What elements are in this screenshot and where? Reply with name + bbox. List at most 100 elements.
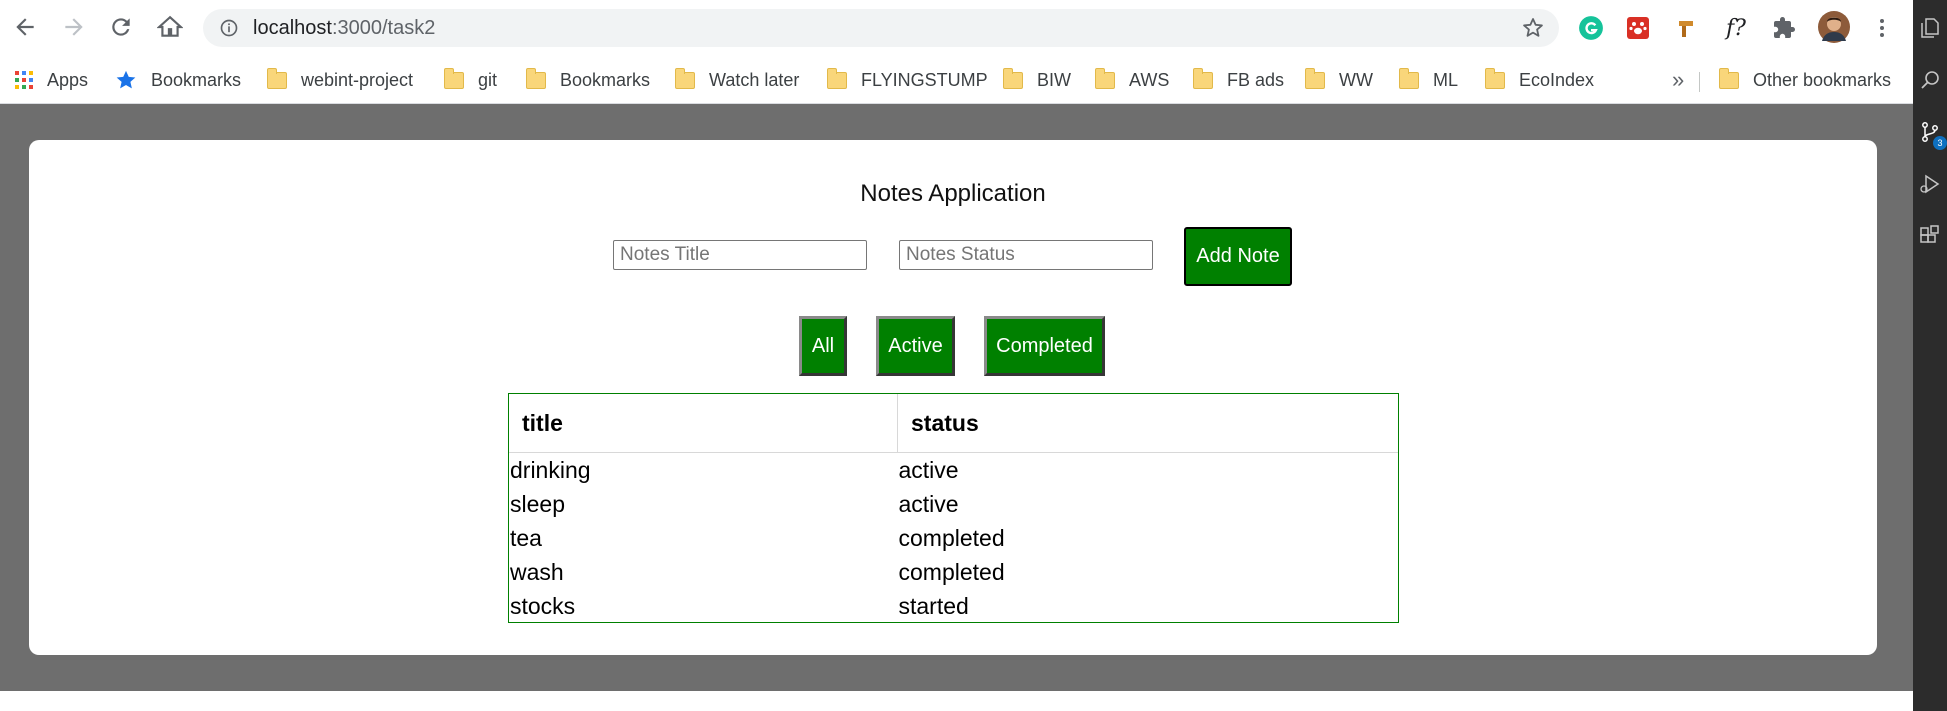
filter-active-button[interactable]: Active xyxy=(876,316,955,376)
notes-status-input[interactable] xyxy=(899,240,1153,270)
bookmark-label: FB ads xyxy=(1227,69,1285,90)
column-header-title: title xyxy=(509,394,898,453)
bookmark-folder[interactable]: webint-project xyxy=(267,67,413,93)
bookmark-folder[interactable]: EcoIndex xyxy=(1485,67,1594,93)
home-button[interactable] xyxy=(155,12,185,42)
bookmark-folder[interactable]: Watch later xyxy=(675,67,799,93)
puzzle-extensions-icon[interactable] xyxy=(1770,14,1798,42)
folder-icon xyxy=(675,67,695,89)
bookmark-label: ML xyxy=(1433,69,1459,90)
bookmarks-divider xyxy=(1699,72,1700,92)
info-icon[interactable] xyxy=(219,18,239,38)
bookmark-folder[interactable]: ML xyxy=(1399,67,1458,93)
other-bookmarks-folder[interactable]: Other bookmarks xyxy=(1719,67,1891,93)
folder-icon xyxy=(1399,67,1419,89)
note-title-cell: sleep xyxy=(510,491,565,517)
bookmark-label: FLYINGSTUMP xyxy=(861,69,988,90)
table-row: tea completed xyxy=(509,521,1398,555)
extensions-icon[interactable] xyxy=(1918,224,1942,248)
folder-icon xyxy=(1095,67,1115,89)
add-note-button[interactable]: Add Note xyxy=(1184,227,1292,286)
source-control-badge: 3 xyxy=(1933,136,1947,150)
folder-icon xyxy=(1003,67,1023,89)
column-header-status: status xyxy=(897,394,1398,453)
table-header-row: title status xyxy=(509,394,1398,453)
bookmark-folder[interactable]: FB ads xyxy=(1193,67,1284,93)
page-viewport: Notes Application Add Note All Active Co… xyxy=(0,104,1913,691)
search-icon[interactable] xyxy=(1918,68,1942,92)
menu-kebab-icon[interactable] xyxy=(1868,14,1896,42)
home-icon xyxy=(157,15,183,37)
grammarly-icon[interactable] xyxy=(1577,14,1605,42)
bookmark-folder[interactable]: Bookmarks xyxy=(526,67,650,93)
bookmark-folder[interactable]: BIW xyxy=(1003,67,1071,93)
table-row: wash completed xyxy=(509,555,1398,589)
note-status-cell: started xyxy=(898,593,969,619)
note-title-cell: tea xyxy=(510,525,542,551)
note-status-cell: completed xyxy=(898,525,1005,551)
hammer-extension-icon[interactable] xyxy=(1672,14,1700,42)
arrow-left-icon xyxy=(16,18,34,36)
bookmark-label: BIW xyxy=(1037,69,1071,90)
notes-card: Notes Application Add Note All Active Co… xyxy=(29,140,1877,655)
url-host: localhost xyxy=(253,17,332,39)
filter-completed-button[interactable]: Completed xyxy=(984,316,1105,376)
bookmark-label: Bookmarks xyxy=(151,69,242,90)
bookmarks-bar: Apps Bookmarks webint-project git Bookma… xyxy=(0,57,1913,104)
table-row: drinking active xyxy=(509,453,1398,488)
back-button[interactable] xyxy=(10,12,40,42)
url-path: :3000/task2 xyxy=(331,17,436,39)
reload-icon xyxy=(112,18,130,36)
bookmark-folder[interactable]: FLYINGSTUMP xyxy=(827,67,988,93)
page-title: Notes Application xyxy=(860,180,1046,207)
bookmark-label: webint-project xyxy=(301,69,414,90)
folder-icon xyxy=(1305,67,1325,89)
profile-avatar[interactable] xyxy=(1818,11,1850,43)
notes-title-input[interactable] xyxy=(613,240,867,270)
formula-extension-icon[interactable]: f? xyxy=(1722,14,1750,42)
bookmark-star-icon[interactable] xyxy=(1521,16,1545,40)
note-status-cell: active xyxy=(898,457,959,483)
bookmark-apps[interactable]: Apps xyxy=(15,67,88,93)
bookmark-label: git xyxy=(478,69,498,90)
folder-icon xyxy=(526,67,546,89)
bookmark-folder[interactable]: git xyxy=(444,67,497,93)
bookmark-label: WW xyxy=(1339,69,1373,90)
url-text: localhost:3000/task2 xyxy=(253,17,435,39)
folder-icon xyxy=(1485,67,1505,89)
paw-extension-icon[interactable] xyxy=(1624,14,1652,42)
files-icon[interactable] xyxy=(1918,16,1942,40)
bookmark-label: Other bookmarks xyxy=(1753,69,1892,90)
star-icon xyxy=(116,70,136,89)
bookmark-label: AWS xyxy=(1129,69,1170,90)
folder-icon xyxy=(267,67,287,89)
bookmark-label: EcoIndex xyxy=(1519,69,1595,90)
notes-table: title status drinking active sleep activ… xyxy=(508,393,1399,623)
folder-icon xyxy=(1719,67,1739,89)
bookmark-item[interactable]: Bookmarks xyxy=(115,67,241,93)
note-status-cell: completed xyxy=(898,559,1005,585)
forward-button[interactable] xyxy=(59,12,89,42)
bottom-strip xyxy=(0,691,1913,711)
bookmark-label: Bookmarks xyxy=(560,69,651,90)
note-title-cell: stocks xyxy=(510,593,576,619)
note-status-cell: active xyxy=(898,491,959,517)
bookmark-label: Apps xyxy=(47,69,89,90)
bookmark-folder[interactable]: WW xyxy=(1305,67,1373,93)
address-bar[interactable]: localhost:3000/task2 xyxy=(203,9,1559,47)
reload-button[interactable] xyxy=(106,12,136,42)
note-title-cell: wash xyxy=(510,559,564,585)
run-debug-icon[interactable] xyxy=(1918,172,1942,196)
folder-icon xyxy=(1193,67,1213,89)
bookmarks-overflow-button[interactable]: » xyxy=(1672,67,1684,93)
browser-toolbar: localhost:3000/task2 f? xyxy=(0,0,1913,57)
table-row: sleep active xyxy=(509,487,1398,521)
bookmark-label: Watch later xyxy=(709,69,800,90)
bookmark-folder[interactable]: AWS xyxy=(1095,67,1169,93)
folder-icon xyxy=(444,67,464,89)
arrow-right-icon xyxy=(65,18,83,36)
activity-bar: 3 xyxy=(1913,0,1947,711)
folder-icon xyxy=(827,67,847,89)
table-row: stocks started xyxy=(509,589,1398,623)
filter-all-button[interactable]: All xyxy=(799,316,847,376)
